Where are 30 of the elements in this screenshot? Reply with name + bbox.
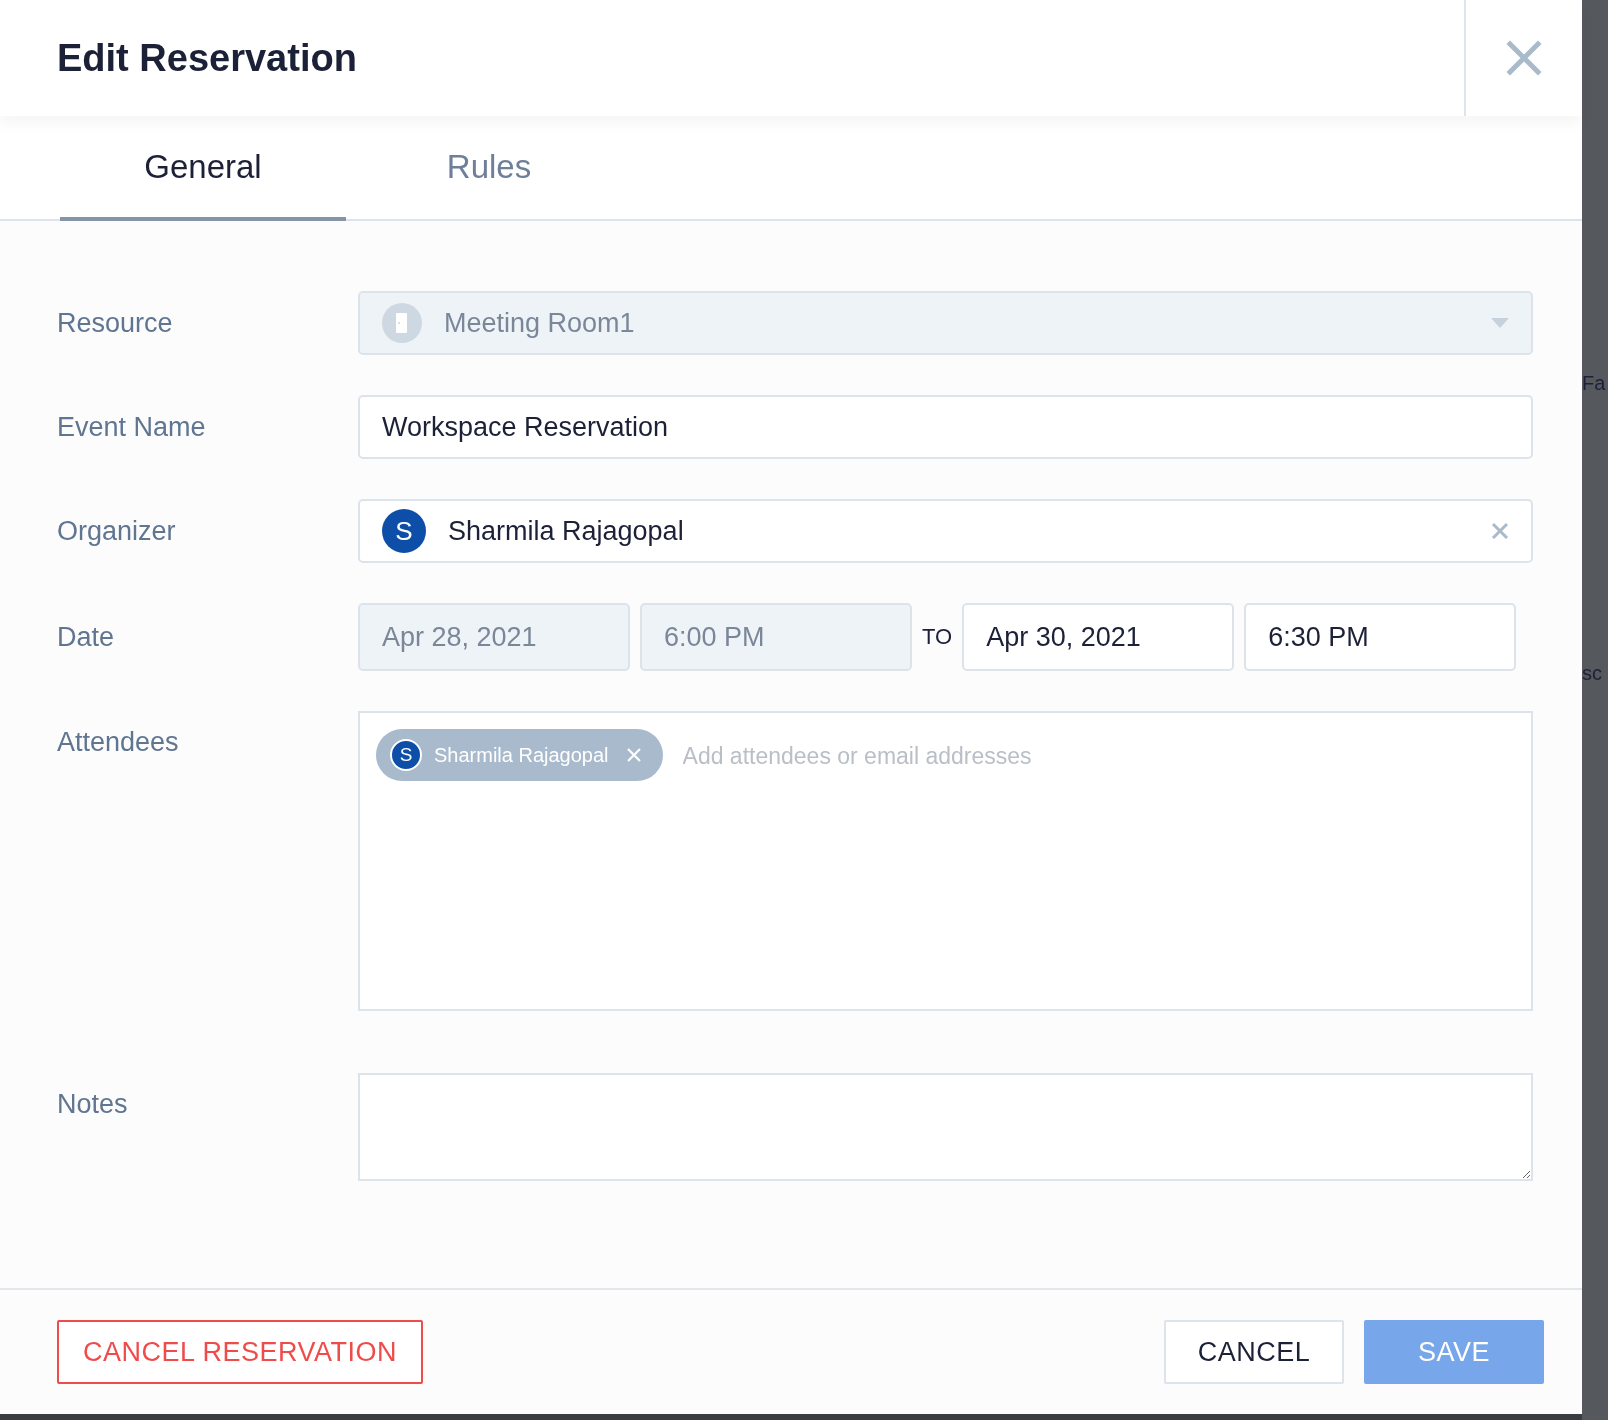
attendee-name: Sharmila Rajagopal — [434, 743, 609, 767]
background-text: Fa — [1582, 372, 1606, 395]
background-text: sc — [1582, 662, 1602, 685]
avatar-initial: S — [382, 509, 426, 553]
dialog-title: Edit Reservation — [56, 35, 358, 81]
organizer-field[interactable]: S Sharmila Rajagopal — [358, 499, 1533, 563]
close-button[interactable] — [1464, 0, 1582, 116]
door-icon — [382, 303, 422, 343]
cancel-reservation-button[interactable]: CANCEL RESERVATION — [57, 1320, 424, 1384]
attendees-field[interactable]: S Sharmila Rajagopal Add attendees or email addresses — [358, 711, 1533, 1011]
avatar-initial: S — [390, 739, 422, 771]
tab[interactable]: General — [60, 116, 346, 221]
event-name-field[interactable]: Workspace Reservation — [358, 395, 1533, 459]
notes-field[interactable] — [358, 1073, 1533, 1181]
field-label: Attendees — [57, 726, 180, 758]
field-label: Date — [57, 621, 116, 653]
field-label: Organizer — [57, 515, 177, 547]
attendee-chip[interactable]: S Sharmila Rajagopal — [376, 729, 663, 781]
close-icon[interactable] — [1506, 40, 1542, 76]
remove-icon[interactable] — [626, 748, 641, 762]
time-field[interactable]: 6:30 PM — [1244, 603, 1517, 671]
field-label: Resource — [57, 307, 174, 339]
date-field[interactable]: Apr 30, 2021 — [962, 603, 1235, 671]
range-separator: TO — [922, 624, 953, 650]
field-label: Notes — [57, 1088, 129, 1120]
tab[interactable]: Rules — [346, 116, 632, 221]
clear-icon[interactable] — [1491, 522, 1509, 540]
field-label: Event Name — [57, 411, 207, 443]
caret-icon — [1491, 318, 1509, 328]
cancel-button[interactable]: CANCEL — [1164, 1320, 1344, 1384]
